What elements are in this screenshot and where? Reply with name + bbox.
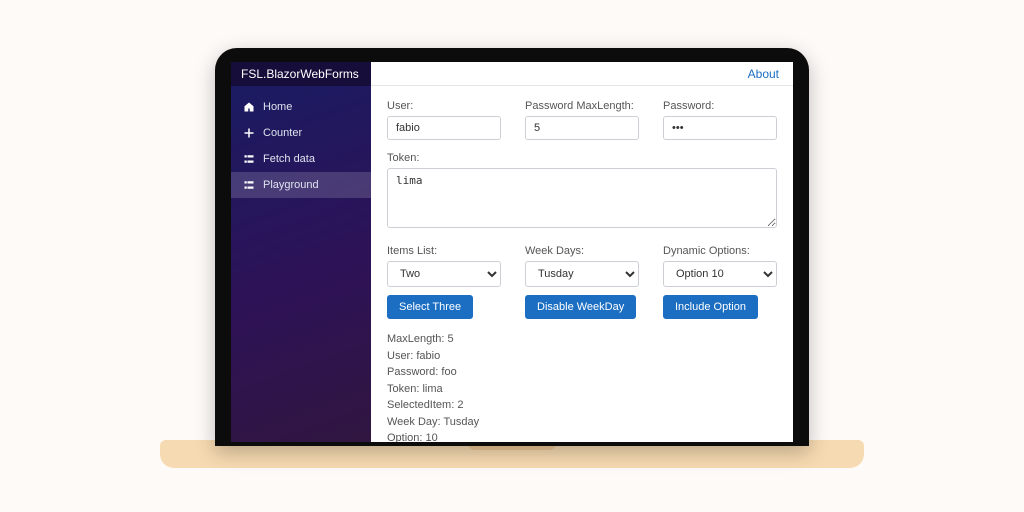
sidebar-item-fetch-data[interactable]: Fetch data	[231, 146, 371, 172]
items-list-label: Items List:	[387, 245, 501, 257]
summary-block: MaxLength: 5 User: fabio Password: foo T…	[387, 331, 777, 442]
summary-line: Token: lima	[387, 381, 777, 398]
dynamic-options-select[interactable]: Option 10	[663, 261, 777, 287]
plus-icon	[243, 127, 255, 139]
main-content: User: Password MaxLength: Password:	[371, 86, 793, 442]
sidebar: Home Counter Fetch data	[231, 86, 371, 442]
sidebar-item-counter[interactable]: Counter	[231, 120, 371, 146]
user-label: User:	[387, 100, 501, 112]
sidebar-item-label: Playground	[263, 179, 319, 191]
password-input[interactable]	[663, 116, 777, 140]
about-link[interactable]: About	[748, 67, 793, 81]
user-input[interactable]	[387, 116, 501, 140]
sidebar-item-label: Fetch data	[263, 153, 315, 165]
week-days-label: Week Days:	[525, 245, 639, 257]
summary-line: Week Day: Tusday	[387, 414, 777, 431]
laptop-bezel: FSL.BlazorWebForms About Home	[215, 48, 809, 446]
summary-line: Option: 10	[387, 430, 777, 442]
week-days-select[interactable]: Tusday	[525, 261, 639, 287]
app-body: Home Counter Fetch data	[231, 86, 793, 442]
list-icon	[243, 153, 255, 165]
summary-line: SelectedItem: 2	[387, 397, 777, 414]
token-textarea[interactable]	[387, 168, 777, 228]
list-icon	[243, 179, 255, 191]
token-label: Token:	[387, 152, 777, 164]
disable-weekday-button[interactable]: Disable WeekDay	[525, 295, 636, 319]
sidebar-item-playground[interactable]: Playground	[231, 172, 371, 198]
sidebar-item-home[interactable]: Home	[231, 94, 371, 120]
home-icon	[243, 101, 255, 113]
summary-line: Password: foo	[387, 364, 777, 381]
sidebar-item-label: Home	[263, 101, 292, 113]
password-label: Password:	[663, 100, 777, 112]
brand-title: FSL.BlazorWebForms	[231, 62, 371, 86]
summary-line: MaxLength: 5	[387, 331, 777, 348]
top-bar: FSL.BlazorWebForms About	[231, 62, 793, 86]
app-screen: FSL.BlazorWebForms About Home	[231, 62, 793, 442]
include-option-button[interactable]: Include Option	[663, 295, 758, 319]
dynamic-options-label: Dynamic Options:	[663, 245, 777, 257]
sidebar-item-label: Counter	[263, 127, 302, 139]
items-list-select[interactable]: Two	[387, 261, 501, 287]
maxlength-label: Password MaxLength:	[525, 100, 639, 112]
summary-line: User: fabio	[387, 348, 777, 365]
select-three-button[interactable]: Select Three	[387, 295, 473, 319]
maxlength-input[interactable]	[525, 116, 639, 140]
